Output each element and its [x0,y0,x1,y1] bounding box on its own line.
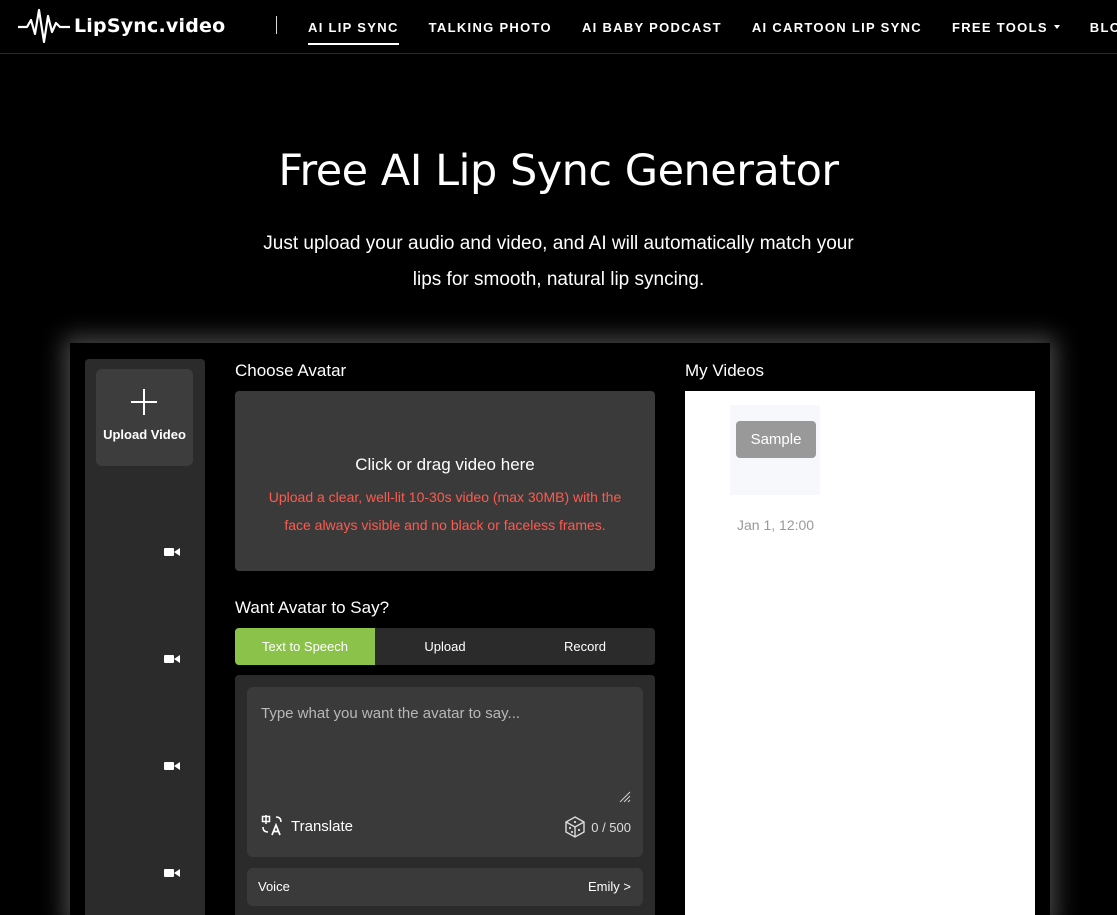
avatar-sidebar: Upload Video [85,359,205,915]
choose-avatar-heading: Choose Avatar [235,361,347,380]
top-navbar: LipSync.video AI LIP SYNC TALKING PHOTO … [0,0,1117,54]
nav-free-tools-label: FREE TOOLS [951,19,1048,35]
nav-menu: AI LIP SYNC TALKING PHOTO AI BABY PODCAS… [308,0,1117,54]
nav-divider [276,16,277,34]
brand-logo[interactable]: LipSync.video [18,6,225,46]
resize-handle-icon[interactable] [619,791,631,803]
video-camera-icon[interactable] [164,546,180,558]
tab-record[interactable]: Record [515,628,655,665]
char-counter: 0 / 500 [563,815,631,839]
video-date: Jan 1, 12:00 [737,517,815,533]
voice-label: Voice [258,879,290,894]
video-camera-icon[interactable] [164,867,180,879]
speech-source-tabs: Text to Speech Upload Record [235,628,655,665]
nav-ai-cartoon-lip-sync[interactable]: AI CARTOON LIP SYNC [752,0,922,54]
sample-button[interactable]: Sample [736,421,816,458]
video-dropzone[interactable]: Click or drag video here Upload a clear,… [235,391,655,571]
my-videos-heading: My Videos [685,361,765,380]
translate-button[interactable]: Translate [261,815,353,837]
nav-free-tools[interactable]: FREE TOOLS [952,0,1060,54]
nav-ai-baby-podcast[interactable]: AI BABY PODCAST [582,0,722,54]
text-to-speech-panel: Translate 0 / 500 Voice Emily > [235,675,655,915]
plus-icon [131,389,157,415]
lip-sync-app-panel: Upload Video Choose Avatar Click or drag… [70,343,1050,915]
waveform-logo-icon [18,8,70,44]
subtitle-line: lips for smooth, natural lip syncing. [412,269,705,290]
dropzone-title: Click or drag video here [355,455,535,474]
brand-name: LipSync.video [74,15,226,37]
tab-text-to-speech[interactable]: Text to Speech [235,628,375,665]
my-videos-list: Sample Jan 1, 12:00 [685,391,1035,915]
upload-video-button[interactable]: Upload Video [96,369,193,466]
video-camera-icon[interactable] [164,760,180,772]
upload-video-label: Upload Video [103,427,186,442]
speech-text-input[interactable] [247,687,643,807]
speech-text-area: Translate 0 / 500 [247,687,643,857]
tab-upload[interactable]: Upload [375,628,515,665]
subtitle-line: Just upload your audio and video, and AI… [263,233,854,254]
voice-value: Emily > [588,879,631,894]
page-subtitle: Just upload your audio and video, and AI… [238,226,879,298]
caret-down-icon [1053,25,1060,29]
nav-ai-lip-sync[interactable]: AI LIP SYNC [308,0,399,54]
voice-selector[interactable]: Voice Emily > [247,868,643,906]
avatar-say-heading: Want Avatar to Say? [235,598,390,617]
video-thumbnail[interactable]: Sample [730,405,820,495]
char-count-text: 0 / 500 [591,819,631,835]
translate-icon [261,815,282,836]
translate-label: Translate [291,817,353,835]
page-title: Free AI Lip Sync Generator [278,146,839,196]
nav-blog[interactable]: BLOG [1090,0,1117,54]
nav-talking-photo[interactable]: TALKING PHOTO [429,0,552,54]
dropzone-hint: Upload a clear, well-lit 10-30s video (m… [268,489,622,533]
video-camera-icon[interactable] [164,653,180,665]
dice-icon[interactable] [563,815,587,839]
